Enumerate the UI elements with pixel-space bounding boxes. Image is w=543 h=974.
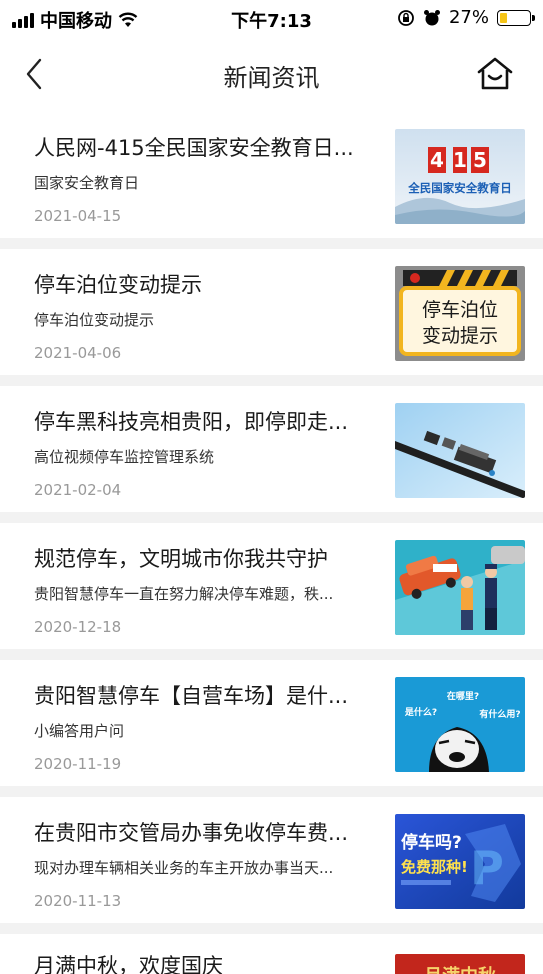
meme-questions-thumbnail: 在哪里? 是什么? 有什么用? xyxy=(395,677,525,772)
news-date: 2020-12-18 xyxy=(34,618,122,636)
svg-text:在哪里?: 在哪里? xyxy=(447,690,479,702)
home-icon xyxy=(477,57,513,90)
news-subtitle: 停车泊位变动提示 xyxy=(34,311,155,329)
news-subtitle: 国家安全教育日 xyxy=(34,174,140,192)
news-list: 人民网-415全民国家安全教育日... 国家安全教育日 2021-04-15 4… xyxy=(0,112,543,974)
parking-notice-thumbnail: 停车泊位 变动提示 xyxy=(395,266,525,361)
battery-percent: 27% xyxy=(448,7,489,28)
news-title: 停车泊位变动提示 xyxy=(34,273,202,297)
svg-text:免费那种!: 免费那种! xyxy=(401,858,468,876)
rotation-lock-icon xyxy=(398,9,414,26)
news-item[interactable]: 贵阳智慧停车【自营车场】是什... 小编答用户问 2020-11-19 在哪里?… xyxy=(0,660,543,786)
free-parking-thumbnail: P 停车吗? 免费那种! xyxy=(395,814,525,909)
page-title: 新闻资讯 xyxy=(223,64,320,92)
news-title: 停车黑科技亮相贵阳，即停即走... xyxy=(34,410,349,434)
status-right: 27% xyxy=(397,7,535,28)
news-item[interactable]: 人民网-415全民国家安全教育日... 国家安全教育日 2021-04-15 4… xyxy=(0,112,543,238)
news-item[interactable]: 在贵阳市交管局办事免收停车费... 现对办理车辆相关业务的车主开放办事当天...… xyxy=(0,797,543,923)
home-button[interactable] xyxy=(475,54,515,94)
news-title: 在贵阳市交管局办事免收停车费... xyxy=(34,821,349,845)
news-subtitle: 贵阳智慧停车一直在努力解决停车难题，秩... xyxy=(34,585,334,603)
svg-text:是什么?: 是什么? xyxy=(404,706,437,718)
svg-text:4: 4 xyxy=(430,148,444,172)
news-subtitle: 高位视频停车监控管理系统 xyxy=(34,448,215,466)
svg-text:停车泊位: 停车泊位 xyxy=(422,299,498,321)
svg-text:有什么用?: 有什么用? xyxy=(479,708,520,720)
news-title: 贵阳智慧停车【自营车场】是什... xyxy=(34,684,349,708)
news-date: 2021-04-06 xyxy=(34,344,122,362)
news-date: 2020-11-13 xyxy=(34,892,122,910)
alarm-icon xyxy=(423,9,440,25)
svg-text:5: 5 xyxy=(473,148,487,172)
svg-text:1: 1 xyxy=(453,148,467,172)
news-item[interactable]: 月满中秋，欢度国庆 月满中秋 xyxy=(0,934,543,974)
festival-thumbnail: 月满中秋 xyxy=(395,954,525,974)
news-date: 2021-02-04 xyxy=(34,481,122,499)
news-title: 规范停车，文明城市你我共守护 xyxy=(34,547,328,571)
security-day-thumbnail: 4 1 5 全民国家安全教育日 xyxy=(395,129,525,224)
news-item[interactable]: 停车泊位变动提示 停车泊位变动提示 2021-04-06 停车泊位 变动提示 xyxy=(0,249,543,375)
svg-text:停车吗?: 停车吗? xyxy=(401,832,462,853)
news-item[interactable]: 停车黑科技亮相贵阳，即停即走... 高位视频停车监控管理系统 2021-02-0… xyxy=(0,386,543,512)
news-title: 人民网-415全民国家安全教育日... xyxy=(34,136,354,160)
news-date: 2020-11-19 xyxy=(34,755,122,773)
svg-text:全民国家安全教育日: 全民国家安全教育日 xyxy=(407,181,512,195)
news-subtitle: 现对办理车辆相关业务的车主开放办事当天... xyxy=(34,859,334,877)
battery-icon xyxy=(497,9,535,26)
navigation-bar: 新闻资讯 xyxy=(0,36,543,113)
svg-text:月满中秋: 月满中秋 xyxy=(423,965,497,974)
news-title: 月满中秋，欢度国庆 xyxy=(34,954,223,974)
status-bar: 中国移动 下午7:13 27% xyxy=(0,0,543,36)
parking-warden-thumbnail xyxy=(395,540,525,635)
svg-text:P: P xyxy=(470,841,504,895)
news-item[interactable]: 规范停车，文明城市你我共守护 贵阳智慧停车一直在努力解决停车难题，秩... 20… xyxy=(0,523,543,649)
news-subtitle: 小编答用户问 xyxy=(34,722,125,740)
camera-pole-thumbnail xyxy=(395,403,525,498)
news-date: 2021-04-15 xyxy=(34,207,122,225)
svg-text:变动提示: 变动提示 xyxy=(422,325,498,347)
